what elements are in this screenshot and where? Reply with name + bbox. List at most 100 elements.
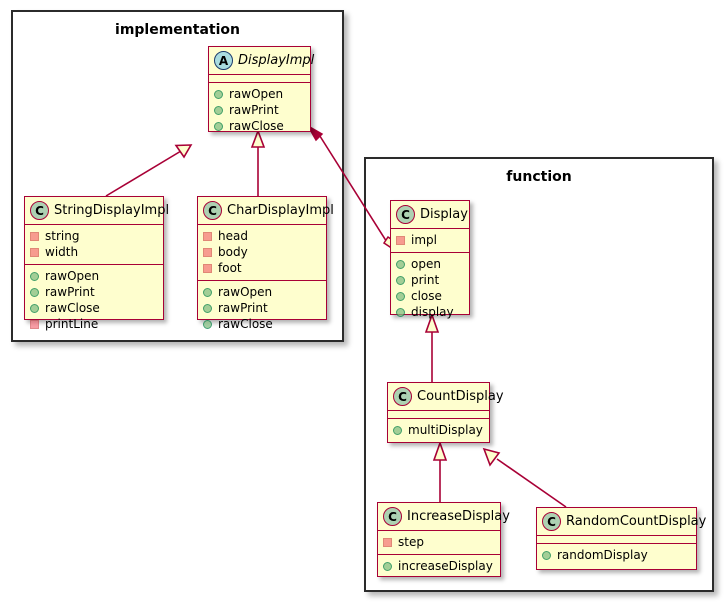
member-row: impl xyxy=(396,232,464,248)
public-method-icon xyxy=(30,287,39,297)
public-method-icon xyxy=(214,105,223,115)
class-randomcountdisplay-methods: randomDisplay xyxy=(537,543,696,567)
class-stringdisplayimpl-header: C StringDisplayImpl xyxy=(25,197,169,225)
class-chardisplayimpl-fields: head body foot xyxy=(198,225,326,280)
member-label: rawOpen xyxy=(218,285,273,299)
class-countdisplay-header: C CountDisplay xyxy=(388,383,504,411)
member-label: multiDisplay xyxy=(408,423,483,437)
public-method-icon xyxy=(396,291,405,301)
member-row: rawClose xyxy=(203,316,321,332)
member-label: head xyxy=(218,229,248,243)
member-label: display xyxy=(411,305,454,319)
class-stringdisplayimpl[interactable]: C StringDisplayImpl string width rawOpen… xyxy=(24,196,169,331)
private-field-icon xyxy=(30,247,39,257)
member-row: close xyxy=(396,288,464,304)
class-displayimpl-methods: rawOpen rawPrint rawClose xyxy=(209,82,310,138)
public-method-icon xyxy=(214,89,223,99)
class-randomcountdisplay[interactable]: C RandomCountDisplay randomDisplay xyxy=(536,507,706,570)
class-stringdisplayimpl-methods: rawOpen rawPrint rawClose printLine xyxy=(25,264,163,336)
class-badge-icon: C xyxy=(542,512,561,531)
member-label: impl xyxy=(411,233,437,247)
member-row: foot xyxy=(203,260,321,276)
public-method-icon xyxy=(396,307,405,317)
class-displayimpl-header: A DisplayImpl xyxy=(209,47,314,75)
member-label: body xyxy=(218,245,248,259)
class-countdisplay-fields xyxy=(388,411,489,418)
private-field-icon xyxy=(203,231,212,241)
private-field-icon xyxy=(203,247,212,257)
member-row: rawPrint xyxy=(203,300,321,316)
member-row: rawPrint xyxy=(214,102,305,118)
diagram-canvas: implementation function A DisplayImpl ra… xyxy=(0,0,725,610)
class-displayimpl[interactable]: A DisplayImpl rawOpen rawPrint rawClose xyxy=(208,46,314,133)
class-display-header: C Display xyxy=(391,201,469,229)
public-method-icon xyxy=(396,275,405,285)
member-row: string xyxy=(30,228,158,244)
private-field-icon xyxy=(383,537,392,547)
class-countdisplay-name: CountDisplay xyxy=(417,389,504,404)
class-display[interactable]: C Display impl open print close display xyxy=(390,200,470,319)
class-stringdisplayimpl-fields: string width xyxy=(25,225,163,264)
public-method-icon xyxy=(383,561,392,571)
private-field-icon xyxy=(30,231,39,241)
member-row: step xyxy=(383,534,495,550)
member-label: width xyxy=(45,245,79,259)
member-row: rawPrint xyxy=(30,284,158,300)
class-displayimpl-fields xyxy=(209,75,310,82)
class-badge-icon: C xyxy=(396,205,415,224)
abstract-class-badge-icon: A xyxy=(214,51,233,70)
public-method-icon xyxy=(203,287,212,297)
member-row: rawClose xyxy=(214,118,305,134)
public-method-icon xyxy=(30,303,39,313)
class-increasedisplay[interactable]: C IncreaseDisplay step increaseDisplay xyxy=(377,502,510,578)
class-increasedisplay-methods: increaseDisplay xyxy=(378,554,500,578)
member-label: rawOpen xyxy=(45,269,100,283)
class-stringdisplayimpl-name: StringDisplayImpl xyxy=(54,203,170,218)
member-row: width xyxy=(30,244,158,260)
member-label: printLine xyxy=(45,317,99,331)
member-row: rawOpen xyxy=(203,284,321,300)
member-label: rawPrint xyxy=(45,285,95,299)
public-method-icon xyxy=(203,303,212,313)
public-method-icon xyxy=(396,259,405,269)
class-displayimpl-name: DisplayImpl xyxy=(238,53,315,68)
private-field-icon xyxy=(203,263,212,273)
member-label: step xyxy=(398,535,424,549)
member-label: print xyxy=(411,273,440,287)
member-row: printLine xyxy=(30,316,158,332)
class-randomcountdisplay-header: C RandomCountDisplay xyxy=(537,508,706,536)
package-implementation-title: implementation xyxy=(115,22,240,38)
member-label: rawPrint xyxy=(229,103,279,117)
member-row: increaseDisplay xyxy=(383,558,495,574)
class-chardisplayimpl-methods: rawOpen rawPrint rawClose xyxy=(198,280,326,336)
member-row: multiDisplay xyxy=(393,422,484,438)
member-row: rawOpen xyxy=(214,86,305,102)
class-badge-icon: C xyxy=(393,387,412,406)
class-chardisplayimpl[interactable]: C CharDisplayImpl head body foot rawOpen xyxy=(197,196,334,331)
class-countdisplay[interactable]: C CountDisplay multiDisplay xyxy=(387,382,504,443)
class-badge-icon: C xyxy=(203,201,222,220)
member-label: close xyxy=(411,289,442,303)
class-randomcountdisplay-fields xyxy=(537,536,696,543)
private-field-icon xyxy=(396,235,405,245)
member-label: rawClose xyxy=(218,317,273,331)
member-label: increaseDisplay xyxy=(398,559,493,573)
class-randomcountdisplay-name: RandomCountDisplay xyxy=(566,514,707,529)
package-function-title: function xyxy=(506,169,572,185)
class-display-methods: open print close display xyxy=(391,252,469,324)
member-label: rawClose xyxy=(45,301,100,315)
member-row: randomDisplay xyxy=(542,547,691,563)
member-row: open xyxy=(396,256,464,272)
member-label: string xyxy=(45,229,80,243)
member-label: rawPrint xyxy=(218,301,268,315)
class-increasedisplay-fields: step xyxy=(378,531,500,554)
member-row: rawOpen xyxy=(30,268,158,284)
public-method-icon xyxy=(542,550,551,560)
class-chardisplayimpl-header: C CharDisplayImpl xyxy=(198,197,334,225)
member-label: rawOpen xyxy=(229,87,284,101)
public-method-icon xyxy=(30,271,39,281)
class-increasedisplay-name: IncreaseDisplay xyxy=(407,509,510,524)
class-countdisplay-methods: multiDisplay xyxy=(388,418,489,442)
member-label: foot xyxy=(218,261,242,275)
class-chardisplayimpl-name: CharDisplayImpl xyxy=(227,203,334,218)
